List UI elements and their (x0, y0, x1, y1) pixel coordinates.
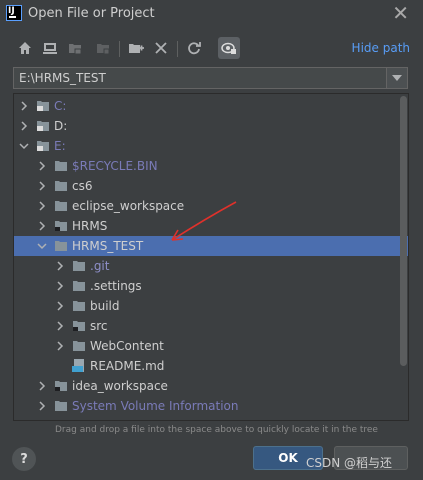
tree-row[interactable]: build (14, 296, 408, 316)
tree-row[interactable]: D: (14, 116, 408, 136)
file-tree[interactable]: C: D: E: $RECYCLE.BIN cs6 eclipse_workspace HR… (13, 93, 409, 421)
folder-icon (73, 261, 85, 271)
tree-row[interactable]: E: (14, 136, 408, 156)
tree-item-label: System Volume Information (72, 399, 239, 413)
chevron-right-icon[interactable] (36, 220, 48, 232)
toolbar: Hide path (0, 36, 423, 62)
markdown-file-icon (72, 359, 84, 372)
tree-row[interactable]: README.md (14, 356, 408, 376)
chevron-right-icon[interactable] (36, 420, 48, 421)
project-folder-icon[interactable] (66, 39, 84, 57)
chevron-down-icon[interactable] (386, 68, 407, 88)
tree-row[interactable]: tomcat_workspace (14, 416, 408, 421)
tree-row[interactable]: HRMS (14, 216, 408, 236)
tree-row[interactable]: src (14, 316, 408, 336)
tree-row[interactable]: .git (14, 256, 408, 276)
chevron-right-icon[interactable] (36, 400, 48, 412)
module-folder-icon[interactable] (94, 39, 112, 57)
tree-row[interactable]: idea_workspace (14, 376, 408, 396)
intellij-logo-icon: IJ (6, 5, 22, 21)
tree-item-label: .git (90, 259, 110, 273)
tree-item-label: $RECYCLE.BIN (72, 159, 158, 173)
tree-item-label: E: (54, 139, 66, 153)
drive-icon (37, 101, 49, 111)
folder-icon (73, 281, 85, 291)
tree-item-label: tomcat_workspace (72, 419, 185, 420)
tree-row[interactable]: WebContent (14, 336, 408, 356)
chevron-right-icon[interactable] (36, 200, 48, 212)
folder-icon (55, 161, 67, 171)
tree-item-label: cs6 (72, 179, 93, 193)
chevron-right-icon[interactable] (18, 120, 30, 132)
project-folder-icon (55, 381, 67, 391)
folder-icon (55, 401, 67, 411)
close-icon[interactable]: ✕ (392, 2, 409, 24)
chevron-right-icon[interactable] (54, 260, 66, 272)
help-button[interactable]: ? (12, 447, 36, 471)
tree-item-label: D: (54, 119, 68, 133)
toolbar-separator (177, 41, 178, 57)
tree-item-label: eclipse_workspace (72, 199, 185, 213)
tree-row[interactable]: $RECYCLE.BIN (14, 156, 408, 176)
desktop-icon[interactable] (41, 39, 59, 57)
tree-item-label: WebContent (90, 339, 164, 353)
chevron-down-icon[interactable] (36, 240, 48, 252)
tree-row[interactable]: System Volume Information (14, 396, 408, 416)
delete-icon[interactable] (152, 39, 170, 57)
toolbar-separator (119, 41, 120, 57)
folder-icon (73, 341, 85, 351)
chevron-right-icon[interactable] (36, 380, 48, 392)
folder-icon (55, 181, 67, 191)
hide-path-link[interactable]: Hide path (352, 41, 410, 55)
chevron-right-icon[interactable] (54, 300, 66, 312)
drag-drop-hint: Drag and drop a file into the space abov… (55, 425, 378, 435)
chevron-right-icon[interactable] (54, 320, 66, 332)
tree-row[interactable]: HRMS_TEST (14, 236, 408, 256)
tree-scrollbar[interactable] (400, 96, 407, 366)
tree-item-label: HRMS_TEST (72, 239, 144, 253)
path-combobox[interactable] (13, 67, 408, 89)
chevron-right-icon[interactable] (54, 280, 66, 292)
tree-item-label: src (90, 319, 108, 333)
tree-item-label: C: (54, 99, 67, 113)
tree-row[interactable]: .settings (14, 276, 408, 296)
folder-icon (55, 201, 67, 211)
source-folder-icon (73, 321, 85, 331)
chevron-right-icon[interactable] (54, 340, 66, 352)
chevron-right-icon[interactable] (36, 160, 48, 172)
tree-row[interactable]: eclipse_workspace (14, 196, 408, 216)
tree-row[interactable]: cs6 (14, 176, 408, 196)
tree-row[interactable]: C: (14, 96, 408, 116)
chevron-right-icon[interactable] (36, 180, 48, 192)
chevron-right-icon[interactable] (18, 100, 30, 112)
folder-icon (54, 419, 68, 421)
app-icon-text: IJ (8, 6, 15, 16)
tree-item-label: HRMS (72, 219, 108, 233)
folder-icon (55, 241, 67, 251)
show-hidden-icon[interactable] (218, 37, 240, 59)
home-icon[interactable] (16, 39, 34, 57)
tree-item-label: idea_workspace (72, 379, 168, 393)
refresh-icon[interactable] (185, 39, 203, 57)
tree-item-label: build (90, 299, 120, 313)
new-folder-icon[interactable] (127, 39, 145, 57)
title-bar: IJ Open File or Project ✕ (0, 0, 423, 28)
tree-item-label: .settings (90, 279, 142, 293)
watermark: CSDN @稻与还 (306, 456, 393, 470)
tree-item-label: README.md (90, 359, 165, 373)
drive-icon (37, 121, 49, 131)
drive-icon (37, 141, 49, 151)
path-input[interactable] (14, 68, 386, 88)
folder-icon (73, 301, 85, 311)
window-title: Open File or Project (28, 6, 155, 21)
chevron-down-icon[interactable] (18, 140, 30, 152)
project-folder-icon (55, 221, 67, 231)
